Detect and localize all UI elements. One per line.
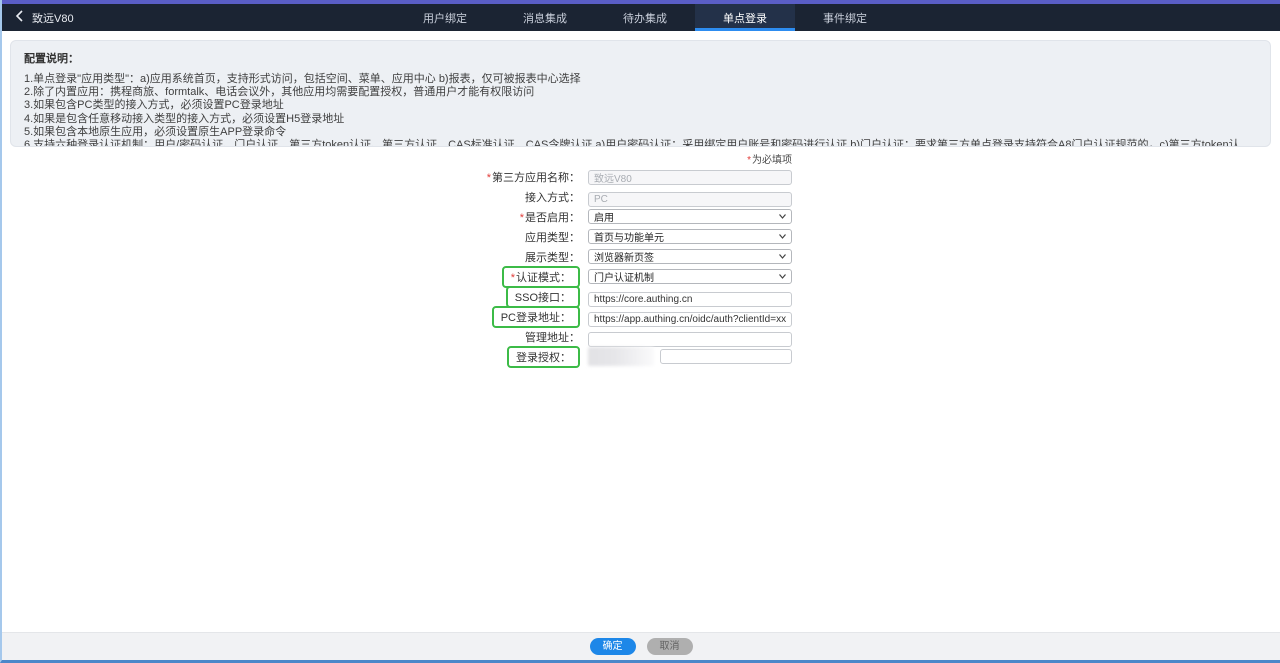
third-party-app-name-control (588, 169, 792, 184)
tab-todo-integration[interactable]: 待办集成 (595, 4, 695, 31)
auth-mode-select[interactable]: 门户认证机制 (588, 269, 792, 284)
form-row-login-authorization: 登录授权： (2, 349, 792, 364)
login-authorization-redacted-area (588, 349, 792, 364)
pc-login-url-label-highlighted: PC登录地址： (492, 306, 580, 328)
instruction-line-4: 4.如果是包含任意移动接入类型的接入方式，必须设置H5登录地址 (24, 113, 1257, 126)
third-party-app-name-label-cell: *第三方应用名称： (2, 169, 580, 185)
required-note-asterisk: * (747, 155, 751, 166)
instruction-line-5: 5.如果包含本地原生应用，必须设置原生APP登录命令 (24, 126, 1257, 139)
required-asterisk: * (520, 212, 524, 224)
sso-interface-label-highlighted: SSO接口： (506, 286, 580, 308)
confirm-button[interactable]: 确定 (590, 638, 636, 655)
login-authorization-input[interactable] (660, 349, 792, 364)
tab-user-binding[interactable]: 用户绑定 (395, 4, 495, 31)
app-type-select[interactable]: 首页与功能单元 (588, 229, 792, 244)
instruction-line-3: 3.如果包含PC类型的接入方式，必须设置PC登录地址 (24, 99, 1257, 112)
required-asterisk: * (487, 172, 491, 184)
form-row-admin-url: 管理地址： (2, 329, 792, 344)
display-type-label: 展示类型： (525, 249, 580, 265)
login-authorization-label-highlighted: 登录授权： (507, 346, 580, 368)
required-note: *为必填项 (2, 151, 792, 164)
app-window: 致远V80 用户绑定消息集成待办集成单点登录事件绑定 配置说明： 1.单点登录"… (0, 0, 1280, 663)
login-authorization-redacted-content (588, 347, 654, 366)
tab-message-integration[interactable]: 消息集成 (495, 4, 595, 31)
instruction-line-2: 2.除了内置应用：携程商旅、formtalk、电话会议外，其他应用均需要配置授权… (24, 86, 1257, 99)
access-mode-label: 接入方式： (525, 189, 580, 205)
sso-interface-label-cell: SSO接口： (2, 286, 580, 308)
sso-config-form: *为必填项 *第三方应用名称：接入方式：*是否启用：启用应用类型：首页与功能单元… (2, 151, 792, 369)
tab-event-binding[interactable]: 事件绑定 (795, 4, 895, 31)
enabled-selected-value: 启用 (594, 209, 614, 224)
footer-bar: 确定 取消 (2, 632, 1280, 660)
auth-mode-selected-value: 门户认证机制 (594, 269, 654, 284)
app-type-selected-value: 首页与功能单元 (594, 229, 664, 244)
form-row-enabled: *是否启用： 启用 (2, 209, 792, 224)
form-row-display-type: 展示类型： 浏览器新页签 (2, 249, 792, 264)
access-mode-input (588, 192, 792, 207)
config-instructions-panel: 配置说明： 1.单点登录"应用类型"：a)应用系统首页，支持形式访问，包括空间、… (10, 40, 1271, 147)
form-row-access-mode: 接入方式： (2, 189, 792, 204)
third-party-app-name-label: *第三方应用名称： (487, 169, 580, 185)
cancel-button[interactable]: 取消 (647, 638, 693, 655)
display-type-label-cell: 展示类型： (2, 249, 580, 265)
form-row-third-party-app-name: *第三方应用名称： (2, 169, 792, 184)
auth-mode-label-highlighted: *认证模式： (502, 266, 580, 288)
form-row-app-type: 应用类型： 首页与功能单元 (2, 229, 792, 244)
app-type-label: 应用类型： (525, 229, 580, 245)
app-type-control: 首页与功能单元 (588, 229, 792, 244)
display-type-control: 浏览器新页签 (588, 249, 792, 264)
instructions-list: 1.单点登录"应用类型"：a)应用系统首页，支持形式访问，包括空间、菜单、应用中… (24, 73, 1257, 147)
sso-interface-control (588, 289, 792, 304)
sso-interface-input[interactable] (588, 292, 792, 307)
chevron-down-icon (779, 271, 786, 282)
enabled-label: *是否启用： (520, 209, 580, 225)
app-type-label-cell: 应用类型： (2, 229, 580, 245)
instruction-line-1: 1.单点登录"应用类型"：a)应用系统首页，支持形式访问，包括空间、菜单、应用中… (24, 73, 1257, 86)
access-mode-control (588, 189, 792, 204)
enabled-select[interactable]: 启用 (588, 209, 792, 224)
back-button[interactable]: 致远V80 (15, 10, 74, 26)
pc-login-url-label-cell: PC登录地址： (2, 306, 580, 328)
auth-mode-label-cell: *认证模式： (2, 266, 580, 288)
tab-sso[interactable]: 单点登录 (695, 4, 795, 31)
required-note-text: 为必填项 (752, 155, 792, 166)
form-row-pc-login-url: PC登录地址： (2, 309, 792, 324)
required-asterisk: * (511, 272, 515, 284)
instructions-title: 配置说明： (24, 50, 1257, 66)
header-bar: 致远V80 用户绑定消息集成待办集成单点登录事件绑定 (2, 4, 1280, 31)
instruction-line-6: 6.支持六种登录认证机制：用户/密码认证、门户认证、第三方token认证、第三方… (24, 139, 1257, 147)
admin-url-control (588, 329, 792, 344)
admin-url-input[interactable] (588, 332, 792, 347)
pc-login-url-input[interactable] (588, 312, 792, 327)
form-row-sso-interface: SSO接口： (2, 289, 792, 304)
login-authorization-label-cell: 登录授权： (2, 346, 580, 368)
admin-url-label: 管理地址： (525, 329, 580, 345)
window-title: 致远V80 (32, 10, 74, 26)
pc-login-url-control (588, 309, 792, 324)
auth-mode-control: 门户认证机制 (588, 269, 792, 284)
display-type-selected-value: 浏览器新页签 (594, 249, 654, 264)
enabled-label-cell: *是否启用： (2, 209, 580, 225)
chevron-down-icon (779, 231, 786, 242)
form-row-auth-mode: *认证模式：门户认证机制 (2, 269, 792, 284)
access-mode-label-cell: 接入方式： (2, 189, 580, 205)
chevron-down-icon (779, 251, 786, 262)
chevron-down-icon (779, 211, 786, 222)
login-authorization-control (588, 349, 792, 364)
third-party-app-name-input (588, 170, 792, 185)
back-chevron-icon (15, 10, 23, 25)
enabled-control: 启用 (588, 209, 792, 224)
admin-url-label-cell: 管理地址： (2, 329, 580, 345)
tab-bar: 用户绑定消息集成待办集成单点登录事件绑定 (395, 4, 895, 31)
display-type-select[interactable]: 浏览器新页签 (588, 249, 792, 264)
